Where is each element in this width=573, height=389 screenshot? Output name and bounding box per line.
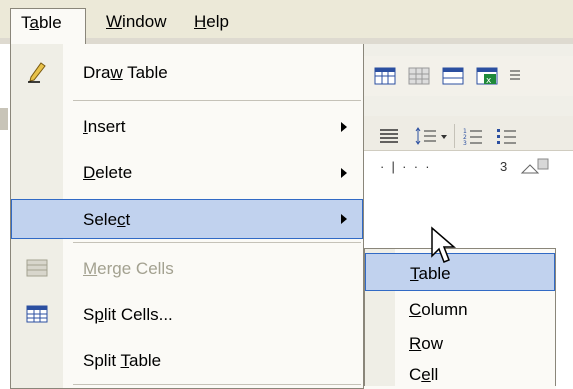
menu-item-split-cells[interactable]: Split Cells... (11, 292, 363, 338)
menu-help[interactable]: Help (184, 8, 239, 38)
menu-item-label: Insert (83, 117, 126, 136)
menu-item-draw-table[interactable]: Draw Table (11, 50, 363, 96)
menu-separator (73, 242, 361, 243)
menu-window-label: Window (106, 12, 167, 31)
table-grid-icon[interactable] (374, 66, 396, 86)
pencil-icon (28, 62, 46, 83)
menu-help-label: Help (194, 12, 229, 31)
toolbar-row-1: x (360, 56, 573, 96)
table-menu: Draw Table Insert Delete Select Merge Ce… (10, 44, 364, 389)
insert-table-icon[interactable] (442, 66, 464, 86)
ruler: · | · · · 3 (360, 150, 573, 188)
submenu-arrow-icon (341, 214, 347, 224)
window-edge (0, 108, 8, 130)
excel-table-icon[interactable]: x (476, 66, 498, 86)
ruler-mark: 3 (500, 159, 508, 174)
submenu-item-label: Column (409, 300, 468, 319)
ruler-dots: · | · · · (380, 159, 437, 174)
svg-text:3: 3 (463, 140, 467, 146)
bullet-list-icon[interactable] (496, 126, 518, 146)
justify-icon[interactable] (378, 126, 400, 146)
menu-bar: Table Window Help (0, 0, 573, 44)
svg-text:x: x (486, 76, 492, 86)
menu-item-merge-cells[interactable]: Merge Cells (11, 246, 363, 292)
menu-window[interactable]: Window (96, 8, 176, 38)
menu-item-split-table[interactable]: Split Table (11, 338, 363, 384)
submenu-item-cell[interactable]: Cell (365, 359, 555, 389)
menu-item-label: Split Table (83, 351, 162, 370)
menu-item-label: Draw Table (83, 63, 168, 82)
menu-separator (73, 384, 361, 385)
menu-item-label: Split Cells... (83, 305, 173, 324)
menu-table[interactable]: Table (10, 8, 86, 44)
menu-item-select[interactable]: Select (11, 199, 363, 239)
menu-item-label: Delete (83, 163, 133, 182)
menu-item-delete[interactable]: Delete (11, 150, 363, 196)
submenu-arrow-icon (341, 168, 347, 178)
merge-cells-icon (26, 259, 48, 277)
numbered-list-icon[interactable]: 123 (462, 126, 484, 146)
submenu-item-label: Row (409, 334, 444, 353)
menu-item-insert[interactable]: Insert (11, 104, 363, 150)
table-gray-icon[interactable] (408, 66, 430, 86)
submenu-arrow-icon (341, 122, 347, 132)
lines-icon[interactable] (508, 66, 520, 86)
ruler-marker-icon[interactable] (520, 157, 550, 177)
menu-item-label: Merge Cells (83, 259, 174, 278)
submenu-item-column[interactable]: Column (365, 293, 555, 325)
submenu-item-label: Cell (409, 365, 439, 384)
menu-separator (73, 100, 361, 101)
mouse-cursor-icon (431, 226, 457, 263)
split-cells-icon (26, 305, 48, 323)
toolbar-divider (454, 124, 455, 148)
line-spacing-icon[interactable] (414, 126, 448, 146)
menu-item-label: Select (83, 210, 131, 229)
submenu-item-row[interactable]: Row (365, 327, 555, 359)
menu-table-label: Table (21, 13, 62, 32)
